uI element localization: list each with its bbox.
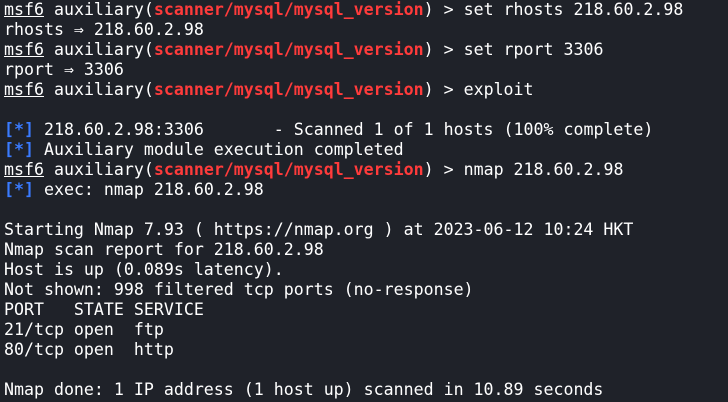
aux-prefix: auxiliary(: [53, 40, 154, 59]
aux-prefix: auxiliary(: [53, 160, 154, 179]
command-text: nmap 218.60.2.98: [463, 160, 624, 179]
nmap-port-row: 80/tcp open http: [4, 340, 174, 359]
nmap-output-line: Nmap done: 1 IP address (1 host up) scan…: [4, 380, 604, 399]
command-text: exploit: [463, 80, 534, 99]
status-line: [*] exec: nmap 218.60.2.98: [4, 180, 728, 200]
status-text: 218.60.2.98:3306 - Scanned 1 of 1 hosts …: [33, 120, 654, 139]
aux-suffix: ) >: [423, 0, 464, 19]
module-name: scanner/mysql/mysql_version: [153, 80, 424, 99]
output-line: rport ⇒ 3306: [4, 60, 124, 79]
msf-prompt: msf6: [4, 160, 44, 179]
info-marker: [*]: [4, 120, 34, 139]
module-name: scanner/mysql/mysql_version: [153, 160, 424, 179]
command-text: set rport 3306: [463, 40, 604, 59]
nmap-table-header: PORT STATE SERVICE: [4, 300, 204, 319]
aux-prefix: auxiliary(: [53, 0, 154, 19]
status-text: Auxiliary module execution completed: [33, 140, 404, 159]
nmap-output-line: Not shown: 998 filtered tcp ports (no-re…: [4, 280, 474, 299]
terminal-window[interactable]: msf6 auxiliary(scanner/mysql/mysql_versi…: [0, 0, 728, 402]
module-name: scanner/mysql/mysql_version: [153, 0, 424, 19]
nmap-output-line: Starting Nmap 7.93 ( https://nmap.org ) …: [4, 220, 634, 239]
nmap-port-row: 21/tcp open ftp: [4, 320, 164, 339]
msf-prompt: msf6: [4, 40, 44, 59]
output-line: rhosts ⇒ 218.60.2.98: [4, 20, 204, 39]
info-marker: [*]: [4, 180, 34, 199]
module-name: scanner/mysql/mysql_version: [153, 40, 424, 59]
msf-prompt: msf6: [4, 0, 44, 19]
msf-prompt: msf6: [4, 80, 44, 99]
info-marker: [*]: [4, 140, 34, 159]
prompt-line: msf6 auxiliary(scanner/mysql/mysql_versi…: [4, 160, 728, 180]
nmap-output-line: Nmap scan report for 218.60.2.98: [4, 240, 324, 259]
status-line: [*] Auxiliary module execution completed: [4, 140, 728, 160]
prompt-line: msf6 auxiliary(scanner/mysql/mysql_versi…: [4, 80, 728, 100]
aux-suffix: ) >: [423, 80, 464, 99]
status-line: [*] 218.60.2.98:3306 - Scanned 1 of 1 ho…: [4, 120, 728, 140]
command-text: set rhosts 218.60.2.98: [463, 0, 684, 19]
aux-suffix: ) >: [423, 40, 464, 59]
status-text: exec: nmap 218.60.2.98: [33, 180, 264, 199]
prompt-line: msf6 auxiliary(scanner/mysql/mysql_versi…: [4, 0, 728, 20]
aux-suffix: ) >: [423, 160, 464, 179]
aux-prefix: auxiliary(: [53, 80, 154, 99]
nmap-output-line: Host is up (0.089s latency).: [4, 260, 284, 279]
prompt-line: msf6 auxiliary(scanner/mysql/mysql_versi…: [4, 40, 728, 60]
